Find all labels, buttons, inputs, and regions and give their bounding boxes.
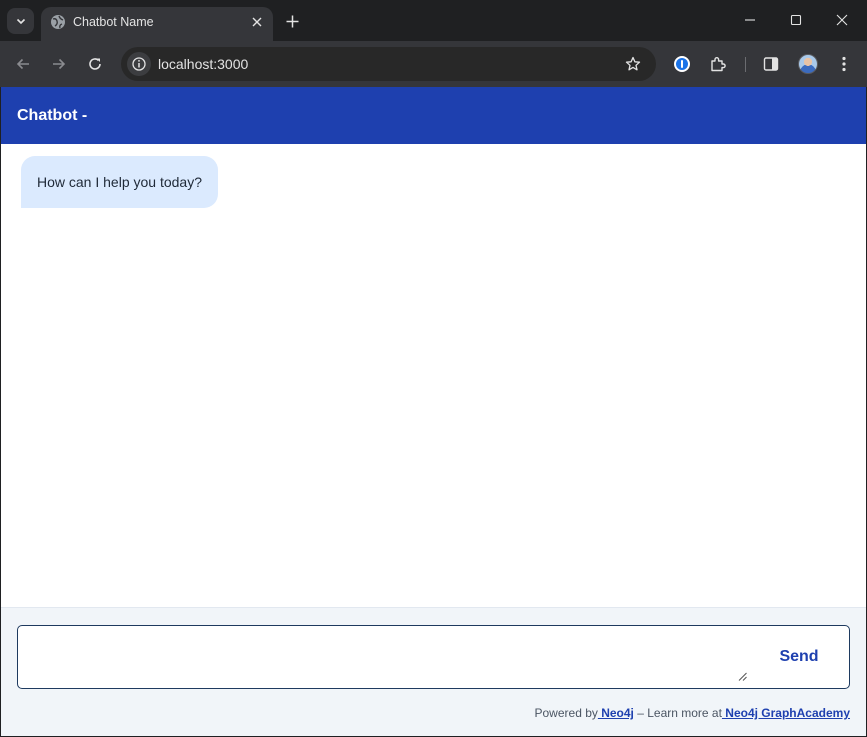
- powered-by-prefix: Powered by: [534, 706, 598, 720]
- message-list: How can I help you today?: [1, 144, 866, 607]
- url-text: localhost:3000: [158, 56, 249, 72]
- graphacademy-link[interactable]: Neo4j GraphAcademy: [722, 706, 850, 720]
- star-icon[interactable]: [624, 55, 642, 73]
- learn-more-text: – Learn more at: [633, 706, 722, 720]
- back-icon[interactable]: [13, 54, 33, 74]
- reload-icon[interactable]: [85, 54, 105, 74]
- tab-title: Chatbot Name: [73, 15, 154, 29]
- plus-icon[interactable]: [283, 12, 301, 30]
- maximize-icon[interactable]: [788, 12, 804, 28]
- neo4j-link[interactable]: Neo4j: [598, 706, 634, 720]
- input-area: Send Powered by Neo4j – Learn more at Ne…: [1, 607, 866, 736]
- assistant-message: How can I help you today?: [21, 156, 218, 208]
- globe-icon: [50, 14, 66, 30]
- browser-toolbar: localhost:3000: [0, 41, 867, 87]
- tab-search-icon[interactable]: [7, 8, 34, 34]
- password-manager-icon[interactable]: [672, 54, 692, 74]
- resize-handle-icon[interactable]: [738, 672, 747, 681]
- more-icon[interactable]: [834, 54, 854, 74]
- tab-strip: Chatbot Name: [0, 0, 867, 41]
- extensions-icon[interactable]: [708, 54, 728, 74]
- site-info-icon[interactable]: [127, 52, 151, 76]
- avatar[interactable]: [798, 54, 818, 74]
- minimize-icon[interactable]: [742, 12, 758, 28]
- browser-window: Chatbot Name localhost:3000 Chatbot - Ho…: [0, 0, 867, 737]
- window-close-icon[interactable]: [834, 12, 850, 28]
- powered-by: Powered by Neo4j – Learn more at Neo4j G…: [535, 706, 851, 720]
- page-viewport: Chatbot - How can I help you today? Send…: [1, 87, 866, 736]
- app-header: Chatbot -: [1, 87, 866, 144]
- send-button[interactable]: Send: [764, 640, 834, 674]
- forward-icon[interactable]: [49, 54, 69, 74]
- page-title: Chatbot -: [17, 107, 88, 124]
- side-panel-icon[interactable]: [761, 54, 781, 74]
- browser-tab[interactable]: Chatbot Name: [41, 7, 273, 41]
- message-input[interactable]: [20, 628, 752, 688]
- toolbar-divider: [745, 57, 746, 72]
- message-composer: Send: [17, 625, 850, 689]
- address-bar[interactable]: localhost:3000: [121, 47, 656, 81]
- close-icon[interactable]: [250, 15, 264, 29]
